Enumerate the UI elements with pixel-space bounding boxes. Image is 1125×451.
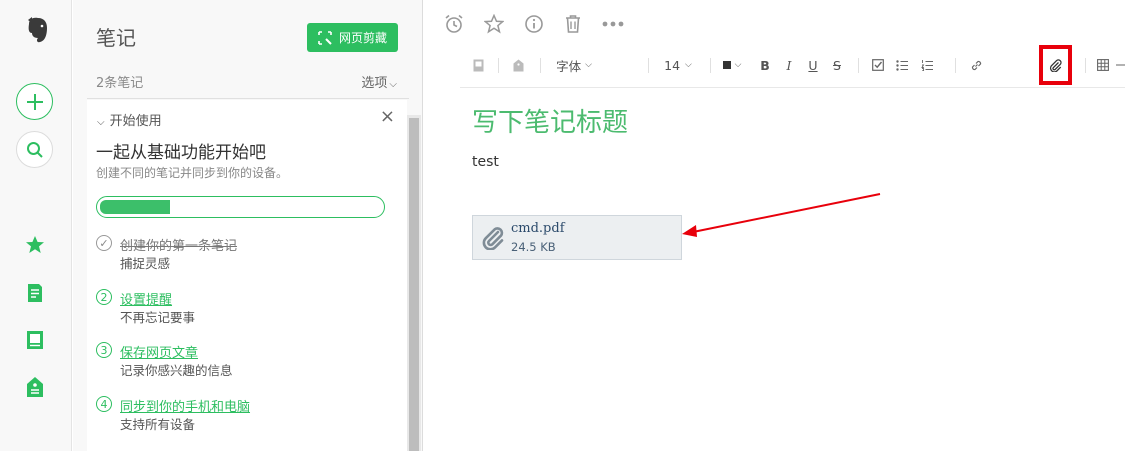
getting-started-subtitle: 创建不同的笔记并同步到你的设备。 (96, 166, 289, 180)
shortcuts-star-icon[interactable] (23, 233, 47, 257)
format-toolbar: 字体 ⌵ 14 ⌵ ⌵ B I U S (468, 45, 1125, 85)
getting-started-title: 一起从基础功能开始吧 (96, 143, 266, 163)
getting-started-header-label: 开始使用 (109, 114, 162, 129)
checkbox-icon[interactable] (870, 50, 886, 80)
step-desc: 捕捉灵感 (120, 256, 171, 271)
text-color-dropdown[interactable]: ⌵ (719, 50, 745, 80)
note-editor: 字体 ⌵ 14 ⌵ ⌵ B I U S 写下笔记标题 test cmd.pdf … (424, 0, 1125, 451)
search-icon (26, 141, 43, 158)
chevron-down-icon: ⌵ (585, 60, 592, 70)
bold-icon[interactable]: B (757, 50, 773, 80)
attachment-highlight-box (1039, 45, 1072, 85)
strikethrough-icon[interactable]: S (829, 50, 845, 80)
step-desc: 不再忘记要事 (120, 310, 196, 325)
notebooks-icon[interactable] (23, 328, 47, 352)
notebook-select-icon[interactable] (468, 50, 488, 80)
getting-started-card: ⌵ 开始使用 × 一起从基础功能开始吧 创建不同的笔记并同步到你的设备。 ✓ 创建… (87, 100, 407, 451)
note-count: 2条笔记 (96, 76, 144, 91)
chevron-down-icon: ⌵ (97, 117, 105, 128)
note-title-input[interactable]: 写下笔记标题 (472, 102, 628, 139)
chevron-down-icon: ⌵ (389, 79, 397, 90)
link-icon[interactable] (968, 50, 984, 80)
more-options-icon[interactable] (602, 13, 624, 35)
toolbar-divider (460, 87, 1125, 88)
step-label[interactable]: 设置提醒 (120, 289, 172, 308)
chevron-down-icon: ⌵ (734, 60, 742, 70)
font-label: 字体 (556, 58, 582, 74)
scrollbar-thumb[interactable] (409, 118, 419, 451)
pane-title: 笔记 (96, 26, 136, 50)
close-icon[interactable]: × (380, 106, 395, 127)
notes-list-pane: 笔记 网页剪藏 2条笔记 选项 ⌵ ⌵ 开始使用 × 一起从基础功能开始吧 创建不同… (73, 0, 423, 451)
info-icon[interactable] (523, 13, 545, 35)
pane-divider (87, 98, 409, 99)
trash-icon[interactable] (562, 13, 584, 35)
reminder-alarm-icon[interactable] (443, 13, 465, 35)
table-icon[interactable] (1095, 50, 1111, 80)
paperclip-icon (482, 227, 504, 250)
step-label[interactable]: 保存网页文章 (120, 342, 198, 361)
step-number: 2 (96, 289, 112, 305)
progress-fill (100, 200, 171, 214)
plus-icon (26, 93, 43, 110)
step-number: 3 (96, 342, 112, 358)
step-label[interactable]: 同步到你的手机和电脑 (120, 396, 250, 415)
star-icon[interactable] (483, 13, 505, 35)
options-dropdown[interactable]: 选项 ⌵ (361, 72, 397, 91)
font-size-dropdown[interactable]: 14 ⌵ (660, 50, 696, 80)
check-icon: ✓ (96, 235, 112, 251)
underline-icon[interactable]: U (805, 50, 821, 80)
font-size-label: 14 (664, 57, 681, 73)
search-button[interactable] (16, 131, 53, 168)
chevron-down-icon: ⌵ (685, 60, 692, 70)
attachment-name: cmd.pdf (511, 221, 565, 236)
numbered-list-icon[interactable] (919, 50, 935, 80)
step-label: 创建你的第一条笔记 (120, 239, 238, 254)
options-label: 选项 (361, 76, 388, 91)
italic-icon[interactable]: I (781, 50, 797, 80)
attachment-card[interactable]: cmd.pdf 24.5 KB (472, 215, 682, 260)
web-clip-button[interactable]: 网页剪藏 (307, 23, 398, 52)
web-clip-label: 网页剪藏 (338, 31, 387, 45)
tags-icon[interactable] (23, 375, 47, 399)
step-desc: 支持所有设备 (120, 417, 196, 432)
progress-bar (96, 196, 385, 218)
step-desc: 记录你感兴趣的信息 (120, 363, 233, 378)
left-rail (0, 0, 72, 451)
tag-select-icon[interactable] (508, 50, 528, 80)
web-clip-icon (318, 30, 332, 45)
attachment-size: 24.5 KB (511, 240, 556, 254)
bullet-list-icon[interactable] (894, 50, 910, 80)
annotation-arrow (682, 193, 881, 237)
notes-icon[interactable] (23, 281, 47, 305)
font-family-dropdown[interactable]: 字体 ⌵ (552, 50, 596, 80)
evernote-logo-icon[interactable] (20, 14, 52, 46)
new-note-button[interactable] (16, 83, 53, 120)
step-number: 4 (96, 396, 112, 412)
getting-started-header[interactable]: ⌵ 开始使用 (97, 110, 162, 129)
horizontal-rule-icon[interactable] (1116, 50, 1125, 80)
note-body-text[interactable]: test (472, 154, 499, 170)
color-swatch-icon (722, 61, 731, 69)
